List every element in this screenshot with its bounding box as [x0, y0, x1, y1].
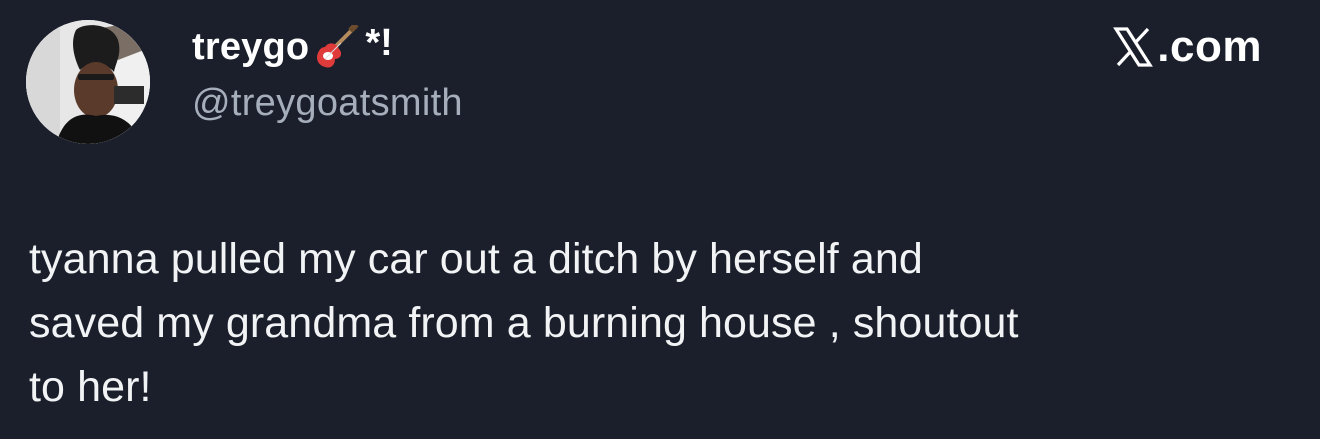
- platform-domain-text: .com: [1157, 22, 1262, 71]
- electric-guitar-icon: [313, 22, 359, 69]
- display-name-suffix: *!: [365, 21, 393, 64]
- tweet-header: treygo *! @treygoatsmith .com: [26, 20, 1294, 150]
- x-logo-icon: [1113, 27, 1154, 67]
- author-avatar[interactable]: [26, 20, 150, 144]
- author-handle[interactable]: @treygoatsmith: [192, 82, 463, 125]
- author-identity: treygo *! @treygoatsmith: [192, 22, 463, 125]
- platform-watermark: .com: [1113, 22, 1262, 72]
- tweet-text: tyanna pulled my car out a ditch by hers…: [29, 235, 1019, 411]
- display-name[interactable]: treygo: [192, 26, 309, 69]
- avatar-photo: [26, 20, 150, 144]
- display-name-row[interactable]: treygo *!: [192, 22, 463, 72]
